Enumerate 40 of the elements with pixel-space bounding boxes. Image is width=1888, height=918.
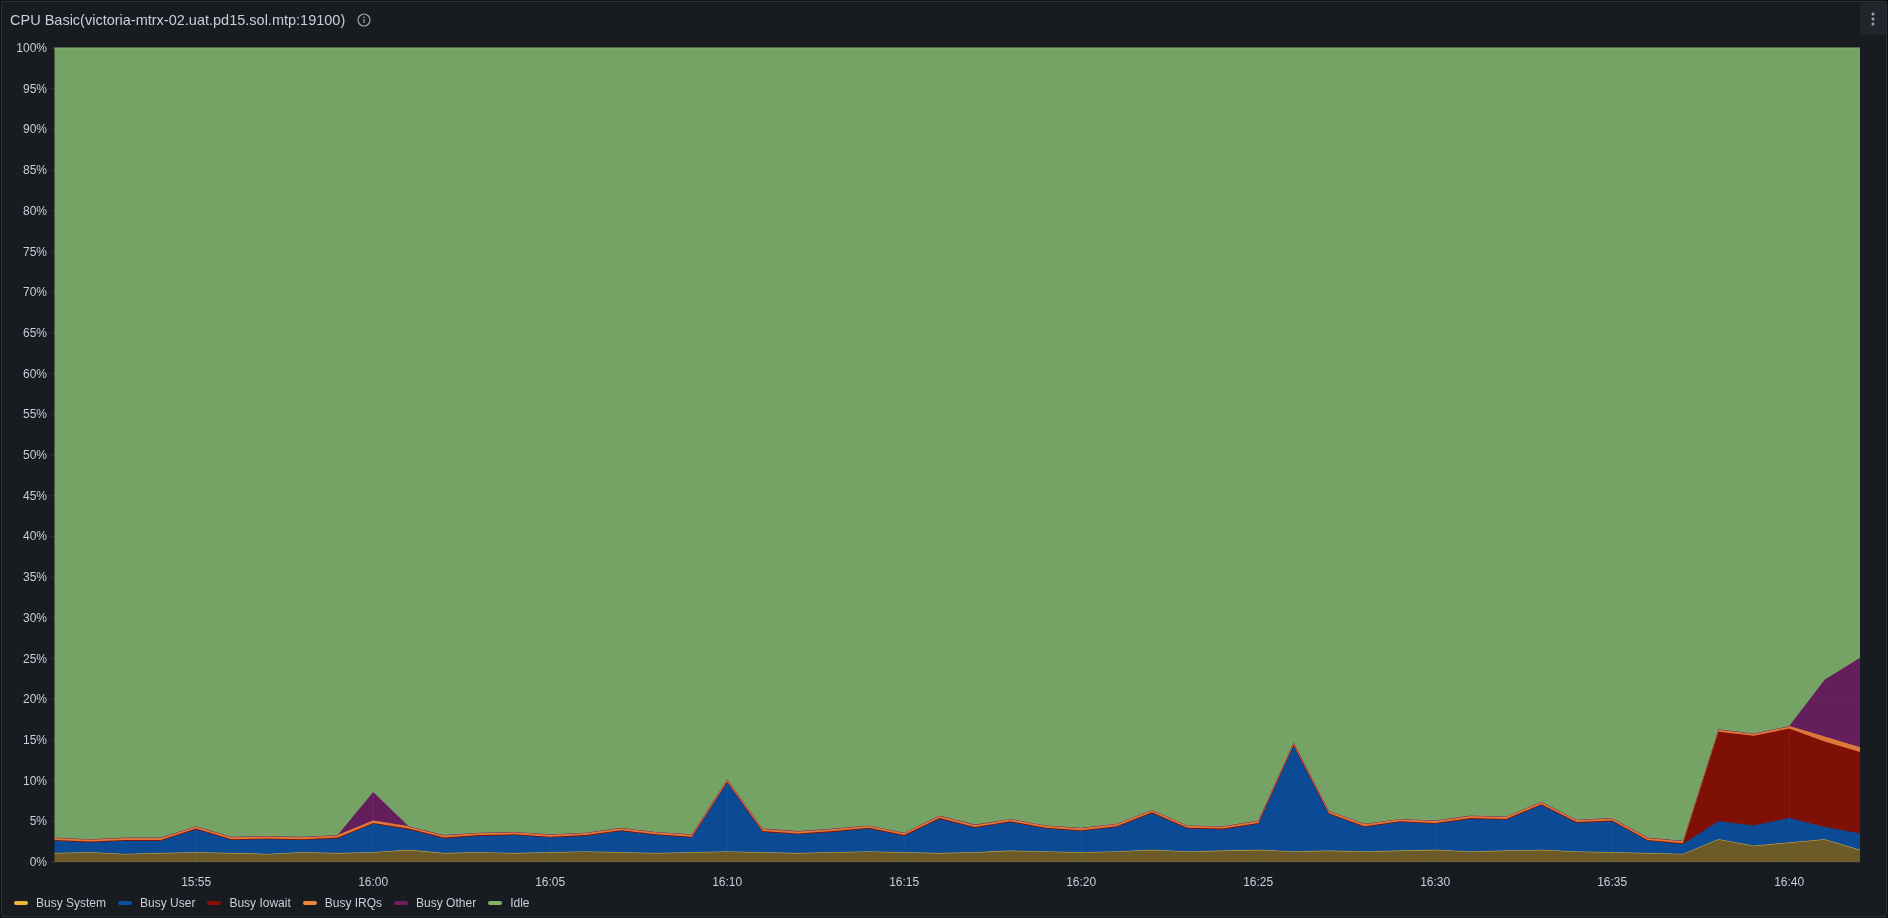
info-icon[interactable] xyxy=(357,13,372,27)
x-tick-label: 16:25 xyxy=(1243,875,1274,889)
y-tick-label: 85% xyxy=(22,163,47,178)
panel-title: CPU Basic(victoria-mtrx-02.uat.pd15.sol.mtp:19100) xyxy=(10,12,346,28)
y-tick-label: 50% xyxy=(22,448,47,462)
y-tick-label: 5% xyxy=(29,814,47,829)
y-tick-label: 35% xyxy=(22,570,47,585)
x-tick-label: 16:15 xyxy=(889,875,920,889)
legend-item[interactable]: Idle xyxy=(488,896,530,910)
legend-item[interactable]: Busy IRQs xyxy=(302,896,383,910)
x-tick-label: 16:40 xyxy=(1774,875,1805,889)
x-tick-label: 16:05 xyxy=(535,875,566,889)
y-tick-label: 80% xyxy=(22,203,47,218)
x-tick-label: 16:30 xyxy=(1420,875,1451,889)
x-tick-label: 16:35 xyxy=(1597,875,1628,889)
y-tick-label: 20% xyxy=(22,692,47,707)
y-tick-label: 70% xyxy=(22,285,47,300)
x-tick-label: 15:55 xyxy=(181,875,212,889)
legend-item[interactable]: Busy Other xyxy=(394,896,477,910)
y-tick-label: 0% xyxy=(29,855,47,869)
y-tick-label: 60% xyxy=(22,366,47,381)
y-tick-label: 45% xyxy=(22,488,47,503)
y-tick-label: 40% xyxy=(22,529,47,544)
y-tick-label: 30% xyxy=(22,610,47,625)
x-tick-label: 16:10 xyxy=(712,875,743,889)
y-tick-label: 55% xyxy=(22,407,47,422)
y-tick-label: 25% xyxy=(22,651,47,666)
kebab-menu-icon xyxy=(1871,12,1875,26)
y-tick-label: 100% xyxy=(16,41,47,55)
y-tick-label: 10% xyxy=(22,773,47,788)
x-tick-label: 16:00 xyxy=(358,875,389,889)
legend-item[interactable]: Busy System xyxy=(14,896,107,910)
y-tick-label: 75% xyxy=(22,244,47,259)
y-tick-label: 65% xyxy=(22,325,47,340)
y-tick-label: 90% xyxy=(22,122,47,137)
legend-item[interactable]: Busy User xyxy=(118,896,196,910)
y-tick-label: 95% xyxy=(22,81,47,96)
legend-item[interactable]: Busy Iowait xyxy=(207,896,291,910)
x-tick-label: 16:20 xyxy=(1066,875,1097,889)
y-tick-label: 15% xyxy=(22,732,47,747)
